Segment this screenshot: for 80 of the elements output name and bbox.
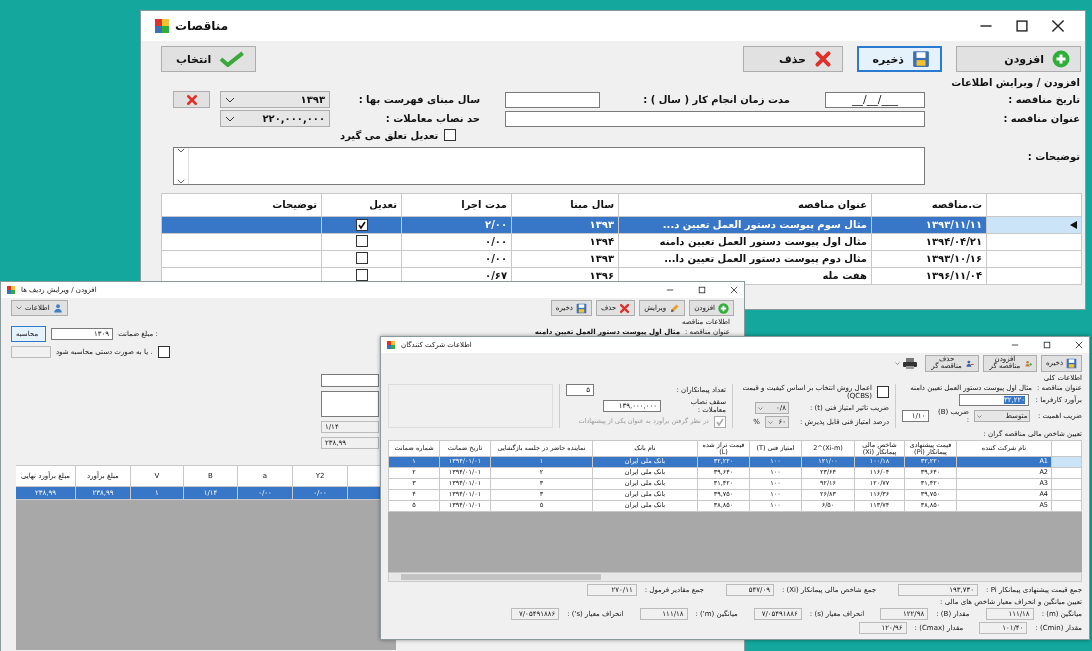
input-field: [11, 346, 51, 358]
field-label: حد نصاب معاملات :: [384, 113, 480, 124]
checkbox[interactable]: [444, 129, 457, 141]
field-label: توضیحات :: [1026, 151, 1080, 162]
checkbox-label: تعدیل تعلق می گیرد: [340, 129, 439, 141]
table-cell: ۰/۰۰: [401, 233, 512, 251]
caret-icon: [16, 306, 22, 310]
checkbox[interactable]: [355, 252, 368, 264]
checkbox[interactable]: [355, 269, 368, 281]
checkbox[interactable]: [877, 386, 889, 399]
column-header[interactable]: توضیحات: [161, 193, 322, 217]
table-cell: مثال دوم پیوست دستور العمل تعیین دا...: [618, 250, 872, 268]
floppy-icon: [575, 302, 587, 314]
cross-icon: [185, 93, 198, 106]
app-icon: [387, 341, 395, 349]
clear-button[interactable]: [173, 91, 210, 108]
close-icon[interactable]: [730, 286, 738, 294]
table-row[interactable]: ۱۳۹۳/۱۰/۱۶ مثال دوم پیوست دستور العمل تعیین دا... ۱۳۹۳ ۰/۰۰: [161, 250, 1082, 268]
input-field[interactable]: [505, 110, 925, 127]
dropdown[interactable]: ۱۳۹۳: [220, 91, 330, 108]
floppy-icon: [912, 50, 930, 68]
table-cell: ۱۳۹۶/۱۱/۰۴: [871, 267, 987, 285]
caret-icon: [894, 361, 900, 365]
field-label: مدت زمان انجام کار ( سال ) :: [642, 94, 790, 105]
plus-icon: [1052, 50, 1070, 68]
caret-icon: [225, 96, 235, 103]
scrollbar[interactable]: [388, 572, 1082, 583]
close-icon[interactable]: [1051, 19, 1065, 33]
input-field[interactable]: [505, 91, 600, 108]
text-area[interactable]: [321, 391, 379, 417]
table-row[interactable]: ۱۳۹۴/۰۴/۲۱ مثال اول پیوست دستور العمل تعیین دامنه ۱۳۹۴ ۰/۰۰: [161, 233, 1082, 251]
dropdown[interactable]: ۲۲۰,۰۰۰,۰۰۰: [220, 110, 330, 127]
checkbox[interactable]: [355, 218, 368, 231]
row-pointer-icon: [1070, 221, 1077, 229]
column-header[interactable]: عنوان مناقصه: [618, 193, 872, 217]
user-icon: [52, 303, 63, 313]
caret-icon: [768, 420, 773, 424]
field-label: عنوان مناقصه :: [1002, 113, 1080, 124]
app-icon: [155, 19, 169, 33]
date-field[interactable]: ___/__/__: [825, 91, 925, 108]
close-icon[interactable]: [1075, 341, 1083, 349]
toolbar-button[interactable]: حذف: [743, 46, 843, 72]
column-header[interactable]: سال مبنا: [511, 193, 619, 217]
maximize-icon[interactable]: [1043, 341, 1051, 349]
toolbar-button[interactable]: ذخیره: [857, 46, 942, 72]
caret-icon: [177, 179, 185, 184]
window-title: مناقصات: [175, 19, 229, 33]
group-title: افزودن / ویرایش اطلاعات: [950, 76, 1080, 91]
column-header[interactable]: تعدیل: [321, 193, 402, 217]
table-cell: مثال اول پیوست دستور العمل تعیین دامنه: [618, 233, 872, 251]
floppy-icon: [1066, 357, 1077, 369]
plus-icon: [718, 302, 729, 314]
table-row[interactable]: ۱۳۹۳/۱۱/۱۱ مثال سوم پیوست دستور العمل تعیین د... ۱۳۹۳ ۲/۰۰: [161, 216, 1082, 234]
table-cell: ۱۳۹۳/۱۰/۱۶: [871, 250, 987, 268]
app-icon: [7, 286, 15, 294]
field-label: تاریخ مناقصه :: [1007, 94, 1080, 105]
maximize-icon[interactable]: [698, 286, 706, 294]
toolbar-button[interactable]: افزودن: [956, 46, 1081, 72]
table-cell: ۱۳۹۳: [511, 250, 619, 268]
caret-icon: [758, 406, 763, 410]
caret-icon: [177, 148, 185, 153]
text-area[interactable]: [173, 147, 925, 185]
caret-icon: [977, 414, 983, 418]
table-cell: ۱۳۹۴/۰۴/۲۱: [871, 233, 987, 251]
printer-icon: [902, 357, 917, 369]
cross-icon: [814, 50, 832, 68]
select-button[interactable]: انتخاب: [161, 46, 256, 72]
field-label: سال مبنای فهرست بها :: [357, 94, 480, 105]
pencil-icon: [669, 302, 681, 314]
checkmark-icon: [219, 51, 245, 67]
checkbox[interactable]: [355, 235, 368, 247]
checkbox[interactable]: [157, 346, 170, 358]
column-header[interactable]: ت.مناقصه: [871, 193, 987, 217]
column-header[interactable]: مدت اجرا: [401, 193, 512, 217]
table-cell: ۱۳۹۴: [511, 233, 619, 251]
table-cell: ۰/۰۰: [401, 250, 512, 268]
maximize-icon[interactable]: [1015, 19, 1029, 33]
input-field[interactable]: [321, 374, 379, 387]
cross-icon: [619, 302, 631, 314]
caret-icon: [225, 115, 235, 122]
